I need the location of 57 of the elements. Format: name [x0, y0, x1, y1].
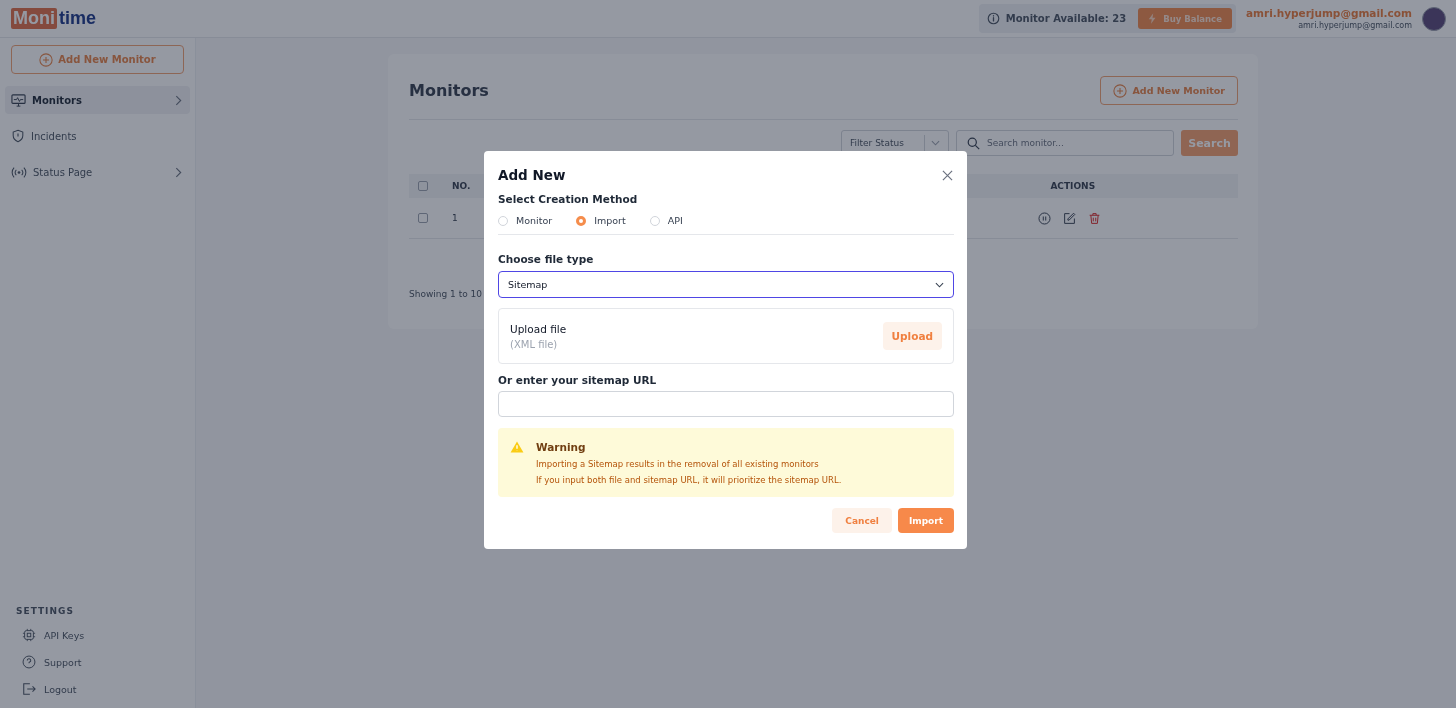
- monitor-available-text: Monitor Available: 23: [1005, 13, 1127, 24]
- add-monitor-button[interactable]: Add New Monitor: [1099, 76, 1238, 105]
- table-cell: 1: [452, 213, 458, 223]
- field-label: Or enter your sitemap URL: [498, 374, 658, 386]
- info-icon: [986, 12, 1000, 25]
- shield-icon: [11, 129, 25, 143]
- section-heading: SETTINGS: [16, 606, 75, 616]
- cancel-button[interactable]: Cancel: [832, 508, 892, 533]
- warning-title: Warning: [536, 441, 587, 453]
- column-header: NO.: [452, 181, 471, 191]
- edit-icon[interactable]: [1062, 211, 1076, 225]
- radio-option[interactable]: Monitor: [498, 215, 553, 226]
- user-name: amri.hyperjump@gmail.com: [1245, 7, 1412, 19]
- chevron-down-icon: [931, 140, 940, 146]
- settings-item[interactable]: Support: [22, 655, 190, 669]
- file-type-dropdown[interactable]: Sitemap: [498, 271, 954, 298]
- checkbox[interactable]: [418, 213, 428, 223]
- search-icon: [967, 136, 980, 150]
- dialog-title: Add New: [498, 167, 566, 183]
- chevron-down-icon: [935, 281, 944, 288]
- warning-icon: [510, 441, 524, 453]
- plus-circle-icon: [39, 52, 54, 67]
- logout-icon: [22, 682, 36, 696]
- settings-item[interactable]: Logout: [22, 682, 190, 696]
- broadcast-icon: [11, 165, 27, 179]
- sidebar-item[interactable]: Monitors: [5, 86, 190, 114]
- sidebar-item[interactable]: Incidents: [5, 122, 190, 150]
- trash-icon[interactable]: [1087, 211, 1101, 225]
- column-header: ACTIONS: [1050, 181, 1096, 191]
- settings-item[interactable]: API Keys: [22, 628, 190, 642]
- upload-title: Upload file: [510, 322, 567, 335]
- pagination-text: Showing 1 to 10: [409, 289, 483, 299]
- page-title: Monitors: [409, 81, 489, 100]
- warning-text: Importing a Sitemap results in the removal of all existing monitors: [536, 459, 820, 469]
- sitemap-url-field[interactable]: [498, 391, 954, 417]
- lightning-icon: [1148, 13, 1158, 24]
- add-monitor-button[interactable]: Add New Monitor: [11, 45, 184, 74]
- search-field[interactable]: Search monitor...: [956, 130, 1174, 156]
- chip-icon: [22, 628, 36, 642]
- radio-button[interactable]: [576, 215, 587, 226]
- avatar[interactable]: [1422, 6, 1446, 31]
- pause-icon[interactable]: [1037, 211, 1051, 225]
- warning-text: If you input both file and sitemap URL, it will prioritize the sitemap URL.: [536, 475, 842, 485]
- import-button[interactable]: Import: [897, 508, 954, 533]
- field-label: Select Creation Method: [498, 193, 639, 205]
- upload-hint: (XML file): [510, 338, 559, 350]
- field-label: Choose file type: [498, 253, 595, 265]
- radio-option[interactable]: Import: [576, 215, 626, 226]
- help-icon: [22, 655, 36, 669]
- plus-circle-icon: [1112, 83, 1127, 98]
- radio-option[interactable]: API: [649, 215, 683, 226]
- close-icon[interactable]: [942, 169, 953, 181]
- user-email: amri.hyperjump@gmail.com: [1298, 21, 1412, 30]
- checkbox[interactable]: [418, 181, 428, 191]
- upload-button[interactable]: Upload: [882, 322, 942, 350]
- sidebar-item[interactable]: Status Page: [5, 158, 190, 186]
- monitor-icon: [11, 92, 26, 108]
